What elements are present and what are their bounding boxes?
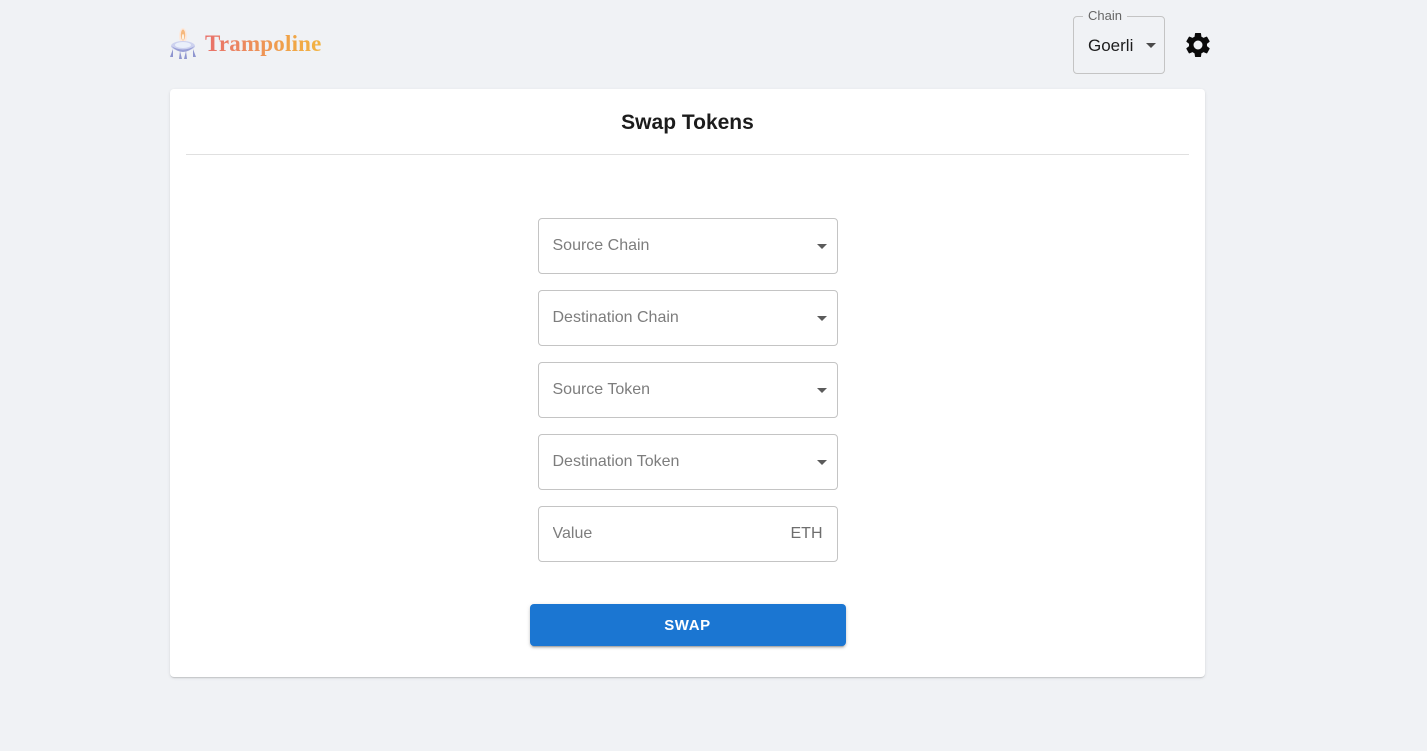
swap-form: Source Chain Destination Chain Source To… — [170, 218, 1205, 646]
swap-card: Swap Tokens Source Chain Destination Cha… — [170, 89, 1205, 677]
chevron-down-icon — [1146, 43, 1156, 48]
destination-chain-label: Destination Chain — [552, 309, 679, 326]
source-chain-label: Source Chain — [552, 237, 650, 254]
chevron-down-icon — [816, 460, 827, 465]
value-field-wrapper[interactable]: ETH — [537, 506, 838, 562]
value-input[interactable] — [552, 525, 753, 543]
app-header: Trampoline Chain Goerli — [0, 0, 1427, 90]
trampoline-rocket-icon — [170, 28, 196, 59]
header-actions: Chain Goerli — [1073, 9, 1215, 74]
source-token-label: Source Token — [552, 381, 651, 398]
brand-name: Trampoline — [205, 30, 322, 56]
chain-select-label: Chain — [1083, 9, 1127, 22]
swap-button[interactable]: SWAP — [529, 604, 846, 646]
page-title: Swap Tokens — [621, 111, 754, 134]
destination-token-label: Destination Token — [552, 453, 680, 470]
value-unit-adornment: ETH — [790, 525, 823, 542]
brand-logo[interactable]: Trampoline — [168, 26, 322, 62]
settings-button[interactable] — [1181, 28, 1215, 62]
chevron-down-icon — [816, 388, 827, 393]
destination-chain-select[interactable]: Destination Chain — [537, 290, 838, 346]
chain-select[interactable]: Chain Goerli — [1073, 9, 1165, 74]
title-divider — [186, 154, 1189, 155]
source-token-select[interactable]: Source Token — [537, 362, 838, 418]
chevron-down-icon — [816, 244, 827, 249]
chevron-down-icon — [816, 316, 827, 321]
destination-token-select[interactable]: Destination Token — [537, 434, 838, 490]
chain-select-value: Goerli — [1088, 35, 1134, 55]
gear-icon — [1186, 32, 1210, 57]
source-chain-select[interactable]: Source Chain — [537, 218, 838, 274]
